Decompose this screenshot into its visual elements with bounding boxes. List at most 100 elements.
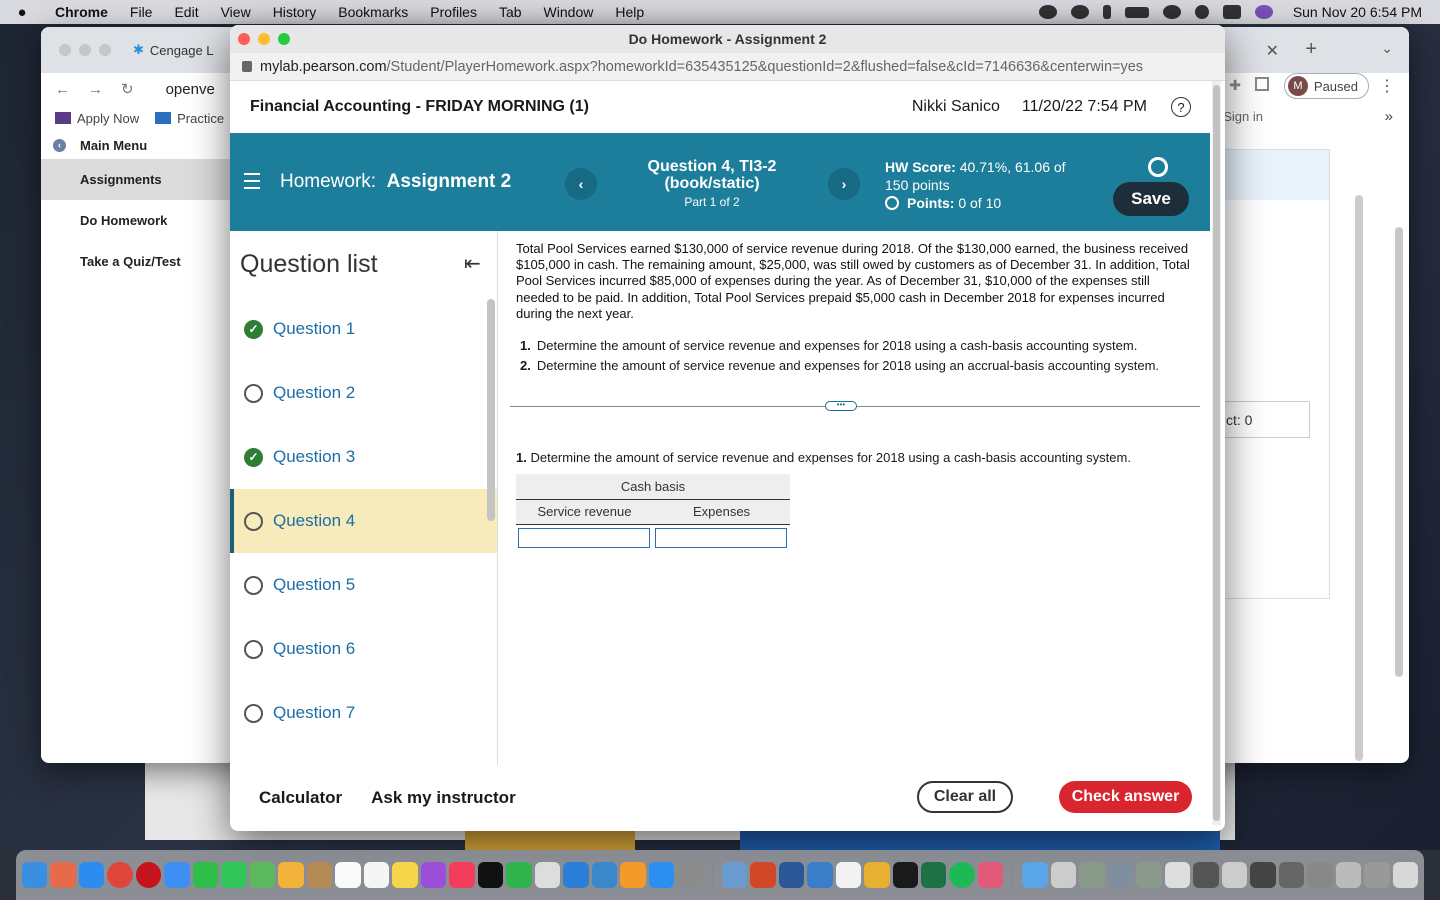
bg-url[interactable]: openve: [166, 81, 215, 98]
check-answer-button[interactable]: Check answer: [1059, 781, 1192, 813]
chevron-down-icon[interactable]: ⌄: [1381, 40, 1393, 57]
profile-button[interactable]: M Paused: [1283, 73, 1369, 99]
safari-icon[interactable]: [78, 862, 105, 888]
ask-instructor-button[interactable]: Ask my instructor: [371, 788, 516, 808]
question-list-item[interactable]: Question 2: [230, 361, 497, 425]
document-thumbnail-icon[interactable]: [1221, 862, 1248, 888]
help-icon[interactable]: ?: [1171, 97, 1191, 117]
new-tab-icon[interactable]: +: [1305, 38, 1317, 61]
document-thumbnail-icon[interactable]: [1136, 862, 1162, 888]
collapse-panel-icon[interactable]: ⇤: [464, 251, 490, 277]
question-list-item[interactable]: Question 4: [230, 489, 497, 553]
nav-item-take-quiz[interactable]: Take a Quiz/Test: [41, 241, 241, 282]
document-thumbnail-icon[interactable]: [1250, 862, 1276, 888]
menu-bookmarks[interactable]: Bookmarks: [327, 4, 419, 20]
ecw-icon[interactable]: [591, 862, 618, 888]
menu-app-name[interactable]: Chrome: [44, 4, 119, 20]
bg-scrollbar-inner[interactable]: [1355, 195, 1363, 761]
photos-icon[interactable]: [278, 862, 304, 888]
main-menu-link[interactable]: ‹ Main Menu: [41, 131, 241, 159]
menu-history[interactable]: History: [262, 4, 328, 20]
pinwheel-icon[interactable]: [977, 862, 1004, 888]
gear-icon[interactable]: [1148, 157, 1168, 177]
contacts-icon[interactable]: [306, 862, 333, 888]
hamburger-menu-icon[interactable]: [244, 173, 260, 194]
spotlight-search-icon[interactable]: [1194, 5, 1209, 19]
bg-minimize-light[interactable]: [79, 44, 91, 56]
reminders-icon[interactable]: [363, 862, 390, 888]
bg-zoom-light[interactable]: [99, 44, 111, 56]
popup-url[interactable]: mylab.pearson.com/Student/PlayerHomework…: [260, 59, 1143, 75]
clear-all-button[interactable]: Clear all: [917, 781, 1013, 813]
r-app-icon[interactable]: [807, 862, 833, 888]
reload-icon[interactable]: ↻: [121, 80, 134, 98]
service-revenue-input[interactable]: [518, 527, 650, 548]
bg-tab[interactable]: ✱ Cengage L: [133, 42, 214, 58]
siri-icon[interactable]: [1254, 5, 1273, 19]
spotify-icon[interactable]: [949, 862, 975, 888]
help-viewer-icon[interactable]: [534, 862, 561, 888]
chrome-icon[interactable]: [107, 862, 133, 888]
question-list-item[interactable]: Question 6: [230, 617, 497, 681]
system-preferences-icon[interactable]: [677, 862, 703, 888]
podcasts-icon[interactable]: [420, 862, 447, 888]
bookmark-apply-now[interactable]: Apply Now: [55, 111, 139, 126]
menu-tab[interactable]: Tab: [488, 4, 533, 20]
apple-tv-icon[interactable]: [477, 862, 504, 888]
expenses-input[interactable]: [655, 527, 787, 548]
side-panel-icon[interactable]: [1255, 77, 1269, 91]
launchpad-icon[interactable]: [50, 862, 76, 888]
document-thumbnail-icon[interactable]: [1107, 862, 1134, 888]
question-list-item[interactable]: Question 5: [230, 553, 497, 617]
document-thumbnail-icon[interactable]: [1050, 862, 1077, 888]
applications-folder-icon[interactable]: [1022, 862, 1048, 888]
preview-icon[interactable]: [721, 862, 748, 888]
sign-in-link[interactable]: Sign in: [1223, 109, 1263, 124]
back-arrow-icon[interactable]: ←: [55, 81, 70, 98]
control-center-icon[interactable]: [1222, 5, 1241, 19]
document-thumbnail-icon[interactable]: [1307, 862, 1333, 888]
question-list-item[interactable]: ✓ Question 3: [230, 425, 497, 489]
excel-icon[interactable]: [921, 862, 947, 888]
save-button[interactable]: Save: [1113, 182, 1189, 216]
document-thumbnail-icon[interactable]: [1164, 862, 1191, 888]
word-icon[interactable]: [778, 862, 805, 888]
next-question-button[interactable]: ›: [828, 168, 860, 200]
document-thumbnail-icon[interactable]: [1079, 862, 1105, 888]
menu-profiles[interactable]: Profiles: [419, 4, 488, 20]
menu-view[interactable]: View: [210, 4, 262, 20]
powerpoint-icon[interactable]: [750, 862, 776, 888]
bookmark-practice[interactable]: Practice: [155, 111, 224, 126]
bg-scrollbar[interactable]: [1395, 227, 1403, 677]
menu-help[interactable]: Help: [604, 4, 655, 20]
terminal-icon[interactable]: [892, 862, 918, 888]
slack-icon[interactable]: [864, 862, 890, 888]
close-window-icon[interactable]: [238, 33, 250, 45]
popup-scrollbar[interactable]: [1212, 81, 1221, 825]
finder-icon[interactable]: [22, 862, 48, 888]
more-options-icon[interactable]: ⋮: [1379, 76, 1395, 96]
notes-icon[interactable]: [392, 862, 418, 888]
menu-bar-clock[interactable]: Sun Nov 20 6:54 PM: [1293, 4, 1422, 20]
expand-ellipsis-icon[interactable]: •••: [825, 401, 857, 412]
wifi-icon[interactable]: [1162, 5, 1181, 19]
minimize-window-icon[interactable]: [258, 33, 270, 45]
check-app-icon[interactable]: [835, 862, 862, 888]
maps-icon[interactable]: [249, 862, 276, 888]
document-thumbnail-icon[interactable]: [1193, 862, 1219, 888]
keynote-icon[interactable]: [563, 862, 589, 888]
nav-item-do-homework[interactable]: Do Homework: [41, 200, 241, 241]
close-icon[interactable]: ✕: [1266, 41, 1279, 61]
nav-item-assignments[interactable]: Assignments: [41, 159, 241, 200]
menu-edit[interactable]: Edit: [163, 4, 209, 20]
pages-icon[interactable]: [620, 862, 646, 888]
zoom-window-icon[interactable]: [278, 33, 290, 45]
screen-record-icon[interactable]: [1070, 5, 1089, 19]
grammarly-icon[interactable]: [1038, 5, 1057, 19]
opera-icon[interactable]: [135, 862, 162, 888]
facetime-icon[interactable]: [192, 862, 219, 888]
question-list-item[interactable]: Question 7: [230, 681, 497, 745]
trash-icon[interactable]: [1392, 862, 1419, 888]
app-store-icon[interactable]: [648, 862, 675, 888]
bluetooth-icon[interactable]: [1102, 5, 1111, 19]
